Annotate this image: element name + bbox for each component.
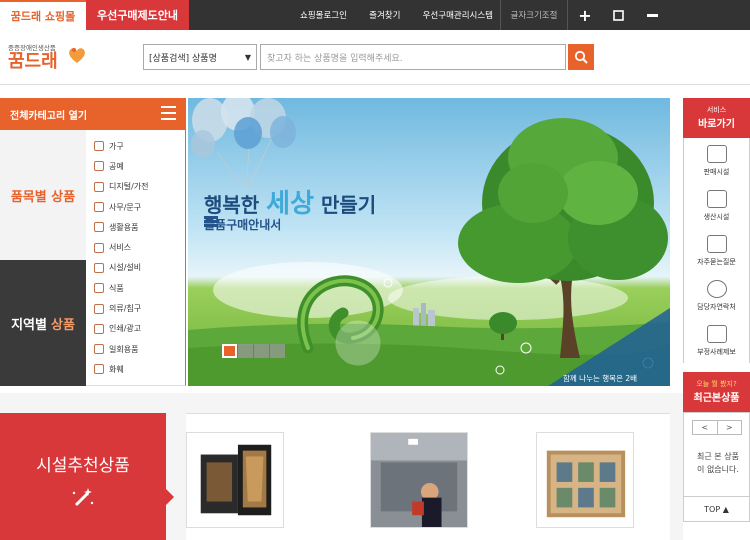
search-type-select[interactable]: [상품검색] 상품명 ▼ xyxy=(143,44,257,70)
disposable-icon xyxy=(94,344,104,355)
font-size-label: 글자크기조절 xyxy=(500,0,568,30)
category-panel: 품목별 상품 지역별 상품 가구 공예 디지털/가전 사무/문구 생활용품 서비… xyxy=(0,130,186,386)
top-button[interactable]: TOP ▲ xyxy=(683,496,750,522)
quick-service-list: 판매시설 생산시설 자주묻는질문 담당자연락처 부정사례제보 xyxy=(683,138,750,363)
zoom-in-icon[interactable]: + xyxy=(568,0,602,30)
slide-dot[interactable] xyxy=(254,344,269,358)
map-icon xyxy=(706,144,727,163)
tab-priority-purchase-guide[interactable]: 우선구매제도안내 xyxy=(86,0,189,30)
food-icon xyxy=(94,283,104,294)
open-all-categories-label: 전체카테고리 열기 xyxy=(10,110,88,122)
banner-caption: 함께 나누는 행복은 2배 xyxy=(563,374,638,383)
office-icon xyxy=(94,202,104,213)
recommend-arrow xyxy=(166,489,174,505)
digital-icon xyxy=(94,181,104,192)
main-banner[interactable]: 행복한 세상 만들기 물품구매안내서 함께 나누는 행복은 2배 xyxy=(188,98,670,386)
living-icon xyxy=(94,222,104,233)
open-all-categories-button[interactable]: 전체카테고리 열기 xyxy=(0,98,186,130)
recent-products-header: 오늘 뭘 봤지? 최근본상품 xyxy=(683,372,750,412)
logo[interactable]: 중증장애인생산품 꿈드래 xyxy=(8,42,88,78)
flower-icon xyxy=(94,364,104,375)
top-bar: 꿈드래 쇼핑몰 우선구매제도안내 쇼핑몰로그인 즐겨찾기 우선구매관리시스템 글… xyxy=(0,0,750,30)
by-item-tab[interactable]: 품목별 상품 xyxy=(0,130,86,260)
zoom-out-icon[interactable] xyxy=(635,0,669,30)
report-icon xyxy=(706,324,727,343)
recent-next-button[interactable]: > xyxy=(718,421,742,434)
recommend-panel: 시설추천상품 xyxy=(0,413,166,540)
category-item-living[interactable]: 생활용품 xyxy=(94,217,184,237)
phone-icon xyxy=(706,279,727,298)
quick-production-facility[interactable]: 생산시설 xyxy=(684,183,749,228)
slide-dot[interactable] xyxy=(270,344,285,358)
top-links: 쇼핑몰로그인 즐겨찾기 우선구매관리시스템 xyxy=(300,0,493,30)
tab-shopping-mall[interactable]: 꿈드래 쇼핑몰 xyxy=(0,0,86,30)
category-item-flower[interactable]: 화훼 xyxy=(94,359,184,379)
slide-dot-active[interactable] xyxy=(222,344,237,358)
recent-prev-button[interactable]: < xyxy=(693,421,718,434)
category-item-office[interactable]: 사무/문구 xyxy=(94,197,184,217)
clothing-icon xyxy=(94,303,104,314)
header: 중증장애인생산품 꿈드래 [상품검색] 상품명 ▼ 찾고자 하는 상품명을 입력… xyxy=(0,30,750,85)
search-button[interactable] xyxy=(568,44,594,70)
search-type-value: [상품검색] 상품명 xyxy=(149,53,217,64)
recommend-title: 시설추천상품 xyxy=(36,456,130,476)
product-card[interactable] xyxy=(536,432,634,528)
product-image xyxy=(537,433,633,527)
printing-icon xyxy=(94,323,104,334)
quick-sales-facility[interactable]: 판매시설 xyxy=(684,138,749,183)
recent-empty-text: 최근 본 상품이 없습니다. xyxy=(697,452,739,474)
category-item-service[interactable]: 서비스 xyxy=(94,237,184,257)
reset-size-icon[interactable] xyxy=(601,0,635,30)
quick-report[interactable]: 부정사례제보 xyxy=(684,318,749,363)
product-image xyxy=(187,433,283,527)
by-region-label: 지역별 xyxy=(11,317,47,333)
category-item-printing[interactable]: 인쇄/광고 xyxy=(94,319,184,339)
search-input[interactable]: 찾고자 하는 상품명을 입력해주세요. xyxy=(260,44,566,70)
recent-nav: < > xyxy=(692,420,742,435)
search-icon xyxy=(574,50,588,64)
category-item-clothing[interactable]: 의류/침구 xyxy=(94,298,184,318)
banner-org: 물품구매안내서 xyxy=(204,216,282,232)
recommended-products xyxy=(186,413,670,540)
by-region-label-accent: 상품 xyxy=(50,317,75,333)
heart-logo-icon xyxy=(69,48,85,63)
quick-service-header: 서비스 바로가기 xyxy=(683,98,750,138)
login-link[interactable]: 쇼핑몰로그인 xyxy=(300,9,347,21)
category-item-disposable[interactable]: 일회용품 xyxy=(94,339,184,359)
pencil-icon xyxy=(706,234,727,253)
service-icon xyxy=(94,242,104,253)
priority-system-link[interactable]: 우선구매관리시스템 xyxy=(423,9,493,21)
banner-illustration xyxy=(188,98,670,386)
banner-title: 행복한 세상 만들기 xyxy=(204,189,377,219)
product-image xyxy=(371,433,467,527)
furniture-icon xyxy=(94,141,104,152)
category-item-facility[interactable]: 시설/설비 xyxy=(94,258,184,278)
by-region-tab[interactable]: 지역별 상품 xyxy=(0,260,86,386)
hamburger-menu-icon xyxy=(161,106,176,120)
quick-faq[interactable]: 자주묻는질문 xyxy=(684,228,749,273)
product-card[interactable] xyxy=(186,432,284,528)
quick-service-bar: 서비스 바로가기 판매시설 생산시설 자주묻는질문 담당자연락처 부정사례제보 xyxy=(683,98,750,363)
category-item-craft[interactable]: 공예 xyxy=(94,156,184,176)
category-item-digital[interactable]: 디지털/가전 xyxy=(94,177,184,197)
craft-icon xyxy=(94,161,104,172)
facility-icon xyxy=(94,262,104,273)
slide-dot[interactable] xyxy=(238,344,253,358)
category-item-food[interactable]: 식품 xyxy=(94,278,184,298)
map-icon xyxy=(706,189,727,208)
magic-wand-icon xyxy=(72,488,94,507)
org-logo-icon xyxy=(204,216,218,227)
slide-indicators xyxy=(222,344,286,358)
chevron-down-icon: ▼ xyxy=(244,53,251,62)
category-list: 가구 공예 디지털/가전 사무/문구 생활용품 서비스 시설/설비 식품 의류/… xyxy=(94,136,184,380)
product-card[interactable] xyxy=(370,432,468,528)
favorites-link[interactable]: 즐겨찾기 xyxy=(369,9,400,21)
category-item-furniture[interactable]: 가구 xyxy=(94,136,184,156)
quick-contact[interactable]: 담당자연락처 xyxy=(684,273,749,318)
